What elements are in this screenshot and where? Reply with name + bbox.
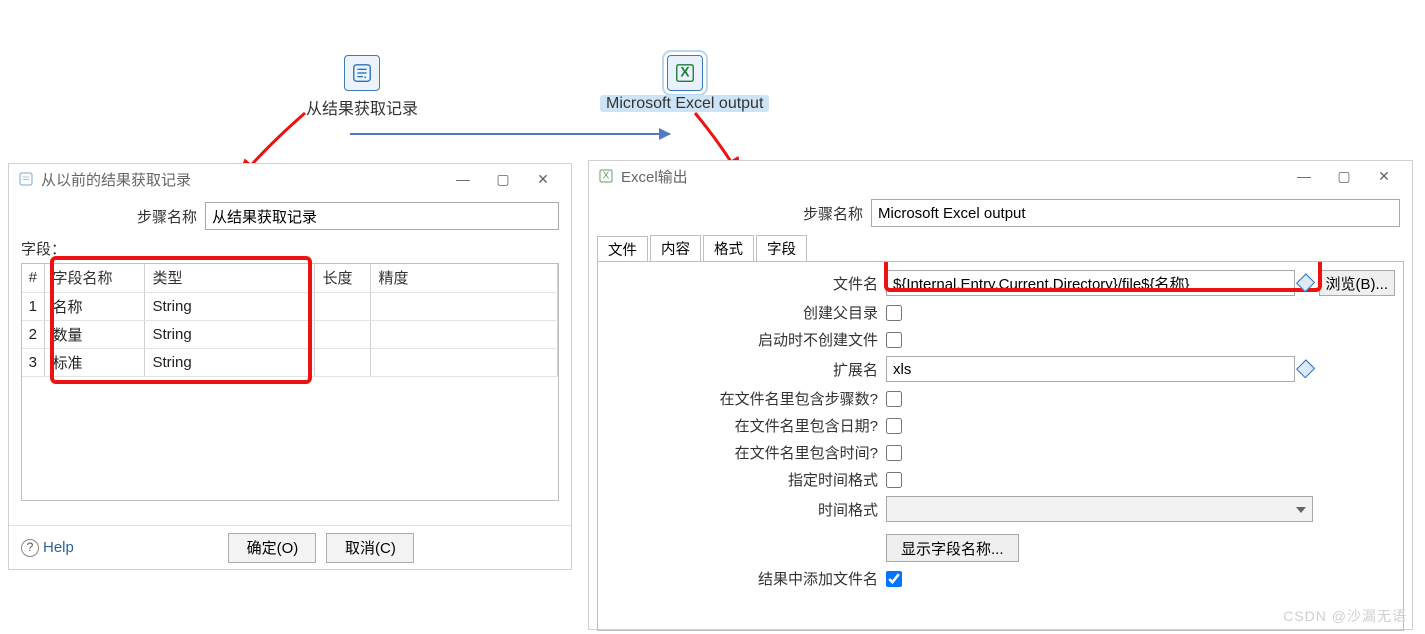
no-create-start-label: 启动时不创建文件 [606, 329, 886, 350]
filename-input[interactable] [886, 270, 1295, 296]
step-name-input[interactable] [871, 199, 1400, 227]
table-row[interactable]: 3标准String [22, 348, 558, 376]
close-button[interactable]: ✕ [523, 171, 563, 188]
close-button[interactable]: ✕ [1364, 168, 1404, 185]
grid-header-row: # 字段名称 类型 长度 精度 [22, 264, 558, 292]
excel-output-icon: X [667, 55, 703, 91]
include-time-label: 在文件名里包含时间? [606, 442, 886, 463]
rows-from-result-icon [344, 55, 380, 91]
tab-bar: 文件 内容 格式 字段 [597, 235, 1404, 261]
dialog-titlebar[interactable]: X Excel输出 — ▢ ✕ [589, 161, 1412, 191]
flow-node-excel-output[interactable]: X Microsoft Excel output [600, 55, 769, 113]
ok-button[interactable]: 确定(O) [228, 533, 316, 563]
flow-node-label: Microsoft Excel output [600, 95, 769, 112]
show-field-names-button[interactable]: 显示字段名称... [886, 534, 1019, 562]
time-format-label: 时间格式 [606, 499, 886, 520]
flow-node-label: 从结果获取记录 [306, 101, 418, 118]
cancel-button[interactable]: 取消(C) [326, 533, 414, 563]
include-date-checkbox[interactable] [886, 418, 902, 434]
minimize-button[interactable]: — [443, 171, 483, 187]
specify-time-format-label: 指定时间格式 [606, 469, 886, 490]
maximize-button[interactable]: ▢ [483, 171, 523, 188]
help-link[interactable]: Help [21, 539, 74, 557]
create-parent-checkbox[interactable] [886, 305, 902, 321]
browse-button[interactable]: 浏览(B)... [1319, 270, 1396, 296]
svg-text:X: X [680, 65, 690, 80]
table-row[interactable]: 1名称String [22, 292, 558, 320]
tab-fields[interactable]: 字段 [756, 235, 807, 261]
flow-canvas[interactable]: 从结果获取记录 X Microsoft Excel output [0, 55, 1425, 155]
excel-icon: X [597, 167, 615, 185]
dialog-footer: Help 确定(O) 取消(C) [9, 525, 571, 569]
step-name-label: 步骤名称 [601, 203, 871, 224]
hop-arrow [350, 133, 670, 135]
fields-label: 字段： [21, 238, 559, 259]
rows-from-result-icon [17, 170, 35, 188]
watermark: CSDN @沙漏无语 [1283, 606, 1407, 626]
include-time-checkbox[interactable] [886, 445, 902, 461]
minimize-button[interactable]: — [1284, 168, 1324, 184]
include-step-checkbox[interactable] [886, 391, 902, 407]
no-create-start-checkbox[interactable] [886, 332, 902, 348]
fields-grid[interactable]: # 字段名称 类型 长度 精度 1名称String 2数量String 3标准S… [21, 263, 559, 501]
tab-format[interactable]: 格式 [703, 235, 754, 261]
dialog-title: 从以前的结果获取记录 [41, 169, 191, 190]
extension-label: 扩展名 [606, 359, 886, 380]
step-name-input[interactable] [205, 202, 559, 230]
maximize-button[interactable]: ▢ [1324, 168, 1364, 185]
dialog-title: Excel输出 [621, 166, 688, 187]
tab-panel-file: 文件名 浏览(B)... 创建父目录 启动时不创建文件 扩展名 在文件名里包含步… [597, 261, 1404, 631]
add-to-result-label: 结果中添加文件名 [606, 568, 886, 589]
table-row[interactable]: 2数量String [22, 320, 558, 348]
tab-file[interactable]: 文件 [597, 236, 648, 262]
filename-label: 文件名 [606, 273, 886, 294]
dialog-titlebar[interactable]: 从以前的结果获取记录 — ▢ ✕ [9, 164, 571, 194]
create-parent-label: 创建父目录 [606, 302, 886, 323]
include-step-label: 在文件名里包含步骤数? [606, 388, 886, 409]
add-to-result-checkbox[interactable] [886, 571, 902, 587]
flow-node-rows-from-result[interactable]: 从结果获取记录 [306, 55, 418, 119]
step-name-label: 步骤名称 [21, 206, 205, 227]
excel-output-dialog: X Excel输出 — ▢ ✕ 步骤名称 文件 内容 格式 字段 文件名 浏览(… [588, 160, 1413, 630]
include-date-label: 在文件名里包含日期? [606, 415, 886, 436]
tab-content[interactable]: 内容 [650, 235, 701, 261]
specify-time-format-checkbox[interactable] [886, 472, 902, 488]
svg-text:X: X [603, 171, 610, 182]
variable-indicator-icon [1296, 359, 1315, 378]
extension-input[interactable] [886, 356, 1295, 382]
rows-from-result-dialog: 从以前的结果获取记录 — ▢ ✕ 步骤名称 字段： # 字段名称 类型 长度 精… [8, 163, 572, 570]
time-format-dropdown[interactable] [886, 496, 1313, 522]
